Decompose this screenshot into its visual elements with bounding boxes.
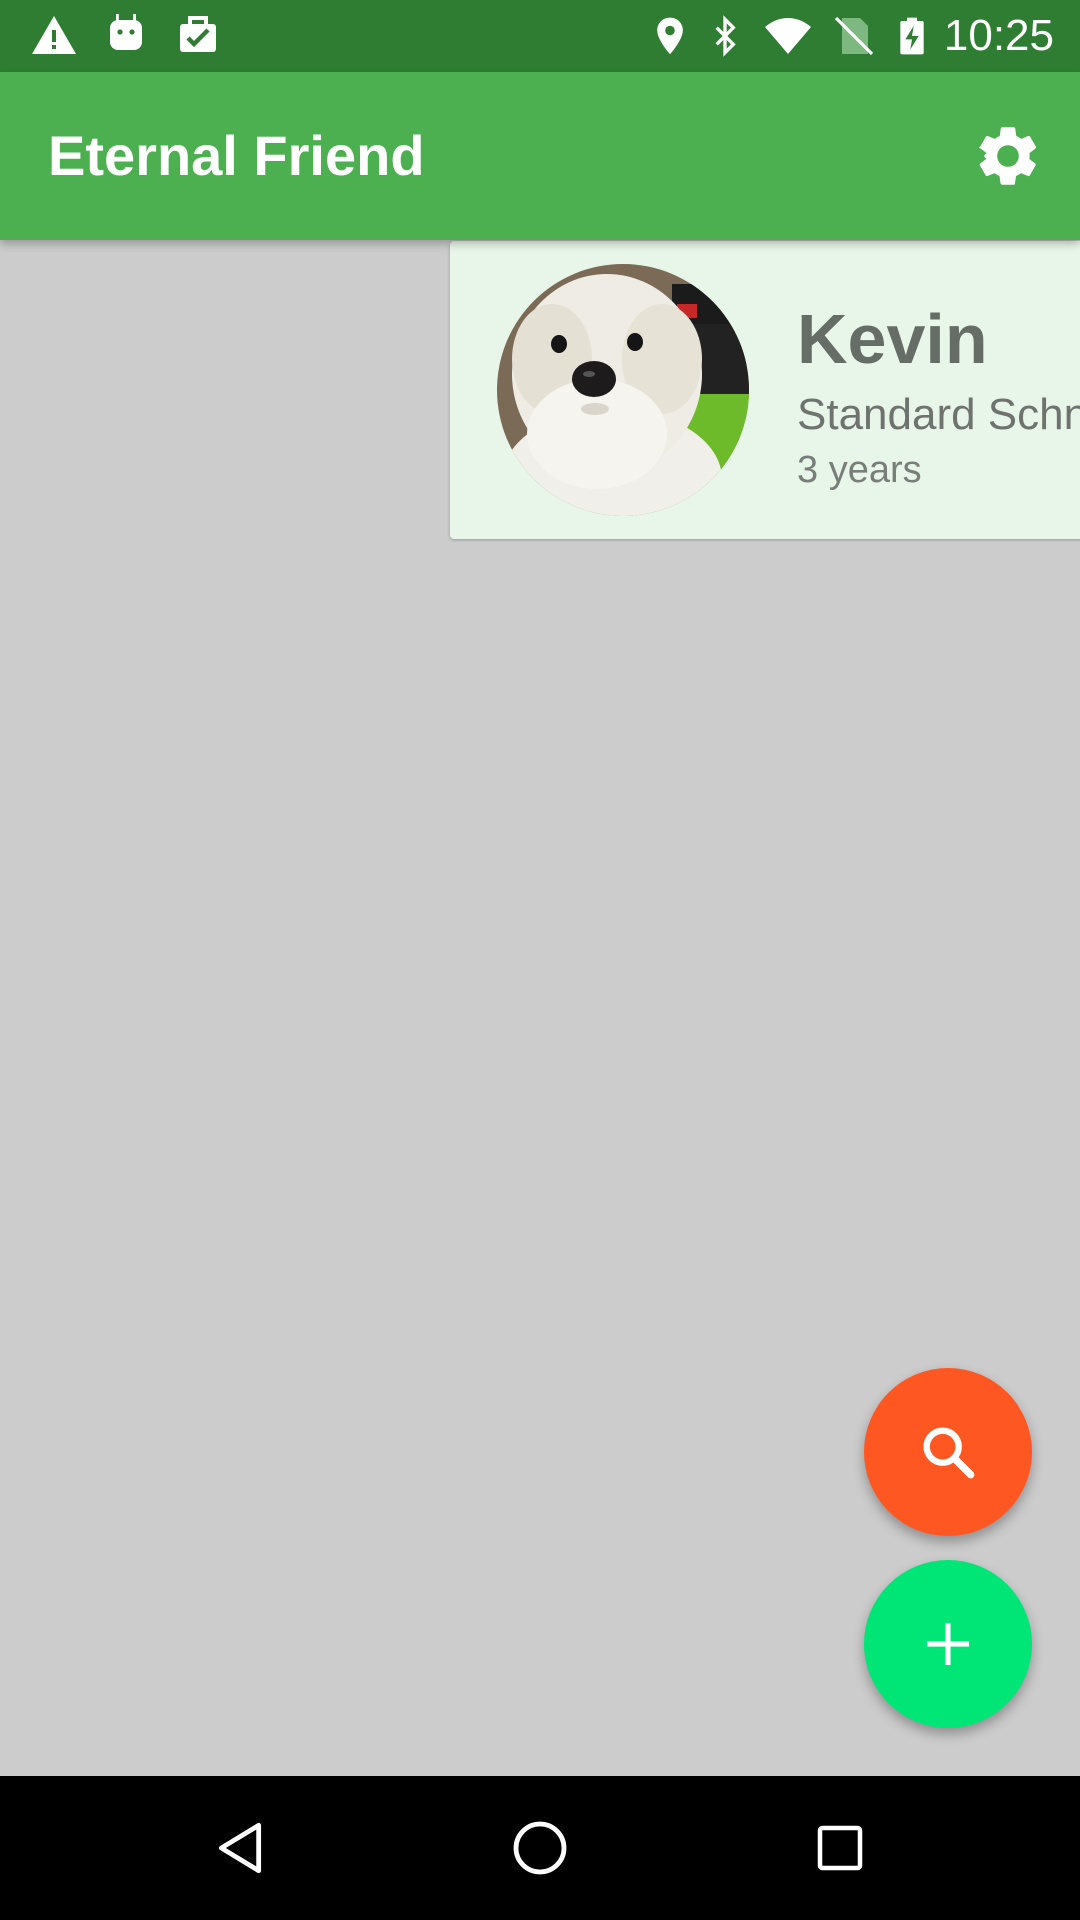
settings-gear-icon (979, 127, 1037, 185)
app-screen: 10:25 Eternal Friend Kevin Standard Schn… (0, 0, 1080, 1920)
recents-icon (817, 1825, 863, 1871)
status-bar: 10:25 (0, 0, 1080, 72)
status-time: 10:25 (943, 11, 1054, 60)
location-icon (657, 17, 683, 55)
wifi-icon (765, 18, 811, 54)
plus-icon (927, 1623, 969, 1665)
pet-avatar (497, 264, 749, 516)
add-pet-fab-button[interactable] (864, 1560, 1032, 1728)
nav-home-button[interactable] (492, 1800, 588, 1896)
android-icon (110, 14, 142, 50)
home-icon (513, 1821, 567, 1875)
pet-age: 3 years (797, 449, 922, 491)
search-fab-button[interactable] (864, 1368, 1032, 1536)
search-icon (923, 1427, 975, 1479)
dog-photo (497, 264, 749, 516)
bluetooth-icon (715, 15, 736, 57)
warning-icon (32, 16, 76, 54)
settings-button[interactable] (972, 120, 1044, 192)
nav-recents-button[interactable] (792, 1800, 888, 1896)
no-sim-icon (834, 16, 874, 56)
clipboard-check-icon (180, 16, 216, 52)
navigation-bar (0, 1776, 1080, 1920)
app-bar: Eternal Friend (0, 72, 1080, 240)
pet-card[interactable]: Kevin Standard Schn 3 years (450, 241, 1080, 539)
battery-charging-icon (900, 17, 924, 55)
pet-name: Kevin (797, 300, 988, 378)
back-icon (218, 1822, 262, 1874)
pet-breed: Standard Schn (797, 390, 1080, 439)
app-title: Eternal Friend (48, 124, 425, 187)
nav-back-button[interactable] (192, 1800, 288, 1896)
